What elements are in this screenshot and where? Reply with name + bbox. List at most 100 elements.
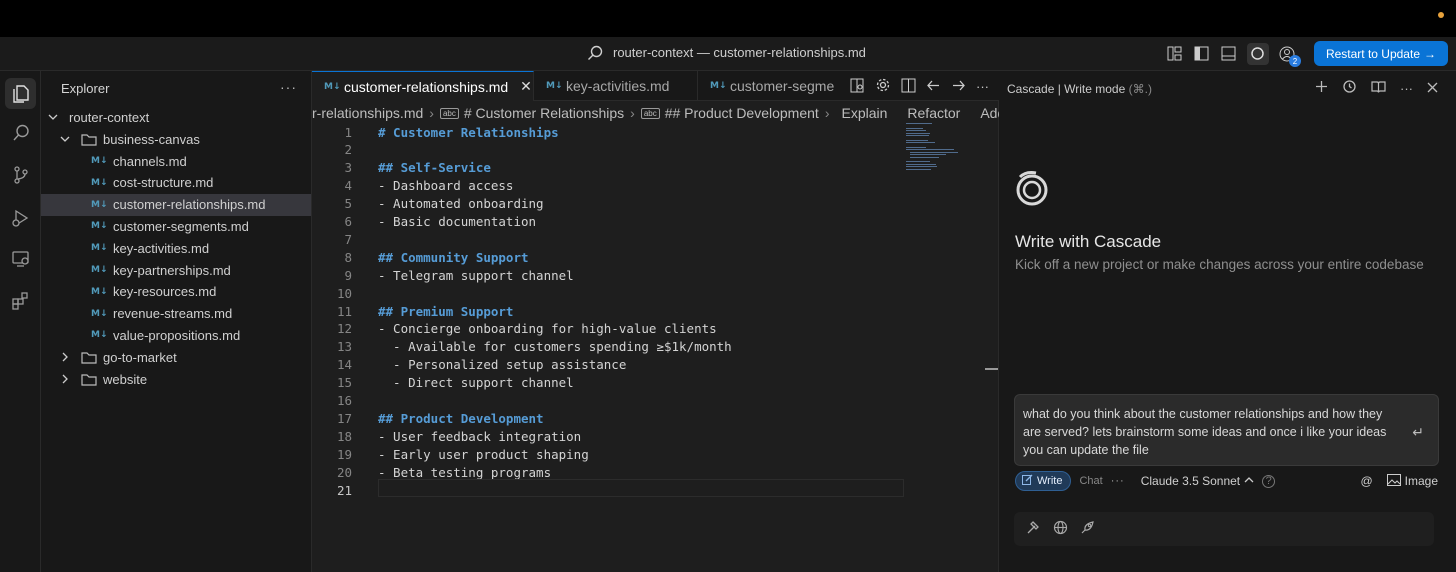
code-line: 6 - Basic documentation	[312, 213, 536, 231]
code-text: - Automated onboarding	[378, 196, 544, 212]
window-titlebar	[0, 0, 1456, 37]
code-line: 5 - Automated onboarding	[312, 195, 543, 213]
tree-folder-website[interactable]: website	[41, 368, 311, 390]
write-mode-label: Write	[1037, 475, 1063, 487]
current-line-highlight	[378, 479, 904, 497]
code-line: 16	[312, 392, 352, 410]
command-center[interactable]: router-context — customer-relationships.…	[586, 44, 866, 61]
code-line: 15 - Direct support channel	[312, 374, 574, 392]
toggle-panel-icon[interactable]	[1220, 45, 1237, 62]
more-actions-icon[interactable]: ···	[976, 79, 989, 94]
code-line: 10	[312, 284, 352, 302]
code-text: - Early user product shaping	[378, 446, 589, 462]
refactor-button[interactable]: Refactor	[907, 105, 960, 121]
breadcrumb: r-relationships.md › abc # Customer Rela…	[312, 102, 999, 124]
write-mode-button[interactable]: Write	[1015, 471, 1072, 491]
account-icon[interactable]: 2	[1279, 45, 1301, 67]
tree-root-folder[interactable]: router-context	[41, 106, 311, 128]
code-text: ## Premium Support	[378, 303, 514, 319]
breadcrumb-file[interactable]: r-relationships.md	[312, 105, 423, 121]
line-number: 15	[336, 375, 352, 391]
close-icon[interactable]	[1427, 81, 1438, 96]
gear-icon[interactable]	[875, 77, 891, 96]
markdown-icon: M↓	[91, 156, 108, 166]
file-item[interactable]: M↓ channels.md	[41, 150, 311, 172]
minimap-line	[906, 168, 932, 170]
remote-explorer-icon[interactable]	[9, 247, 33, 271]
code-text: - Telegram support channel	[378, 267, 574, 283]
file-item[interactable]: M↓ customer-relationships.md	[41, 193, 311, 216]
open-preview-icon[interactable]	[850, 78, 865, 96]
line-number: 13	[336, 339, 352, 355]
file-item[interactable]: M↓ customer-segments.md	[41, 215, 311, 237]
explain-button[interactable]: Explain	[841, 105, 887, 121]
hammer-icon[interactable]	[1026, 520, 1041, 538]
close-icon[interactable]: ✕	[520, 78, 532, 95]
extensions-icon[interactable]	[9, 289, 33, 313]
line-number: 18	[336, 428, 352, 444]
cascade-toggle-icon[interactable]	[1246, 42, 1269, 65]
restart-to-update-button[interactable]: Restart to Update →	[1313, 41, 1448, 66]
source-control-icon[interactable]	[9, 163, 33, 187]
tab-customer-relationships[interactable]: M↓ customer-relationships.md ✕	[312, 71, 534, 101]
file-item[interactable]: M↓ cost-structure.md	[41, 172, 311, 194]
enter-icon[interactable]: ↵	[1412, 423, 1424, 441]
code-text: # Customer Relationships	[378, 124, 559, 140]
tree-folder-business-canvas[interactable]: business-canvas	[41, 128, 311, 150]
line-number: 9	[344, 267, 352, 283]
line-number: 6	[344, 214, 352, 229]
file-item[interactable]: M↓ key-activities.md	[41, 237, 311, 259]
more-modes-icon[interactable]: ···	[1111, 475, 1125, 487]
tree-folder-go-to-market[interactable]: go-to-market	[41, 346, 311, 368]
more-actions-icon[interactable]: ···	[1400, 81, 1413, 96]
more-actions-icon[interactable]: ···	[280, 79, 297, 95]
chat-mode-button[interactable]: Chat	[1079, 475, 1102, 487]
layout-customize-icon[interactable]	[1166, 45, 1183, 62]
file-item[interactable]: M↓ value-propositions.md	[41, 324, 311, 346]
minimap-line	[910, 151, 958, 153]
model-selector[interactable]: Claude 3.5 Sonnet	[1141, 474, 1254, 488]
editor-area: M↓ customer-relationships.md ✕ M↓ key-ac…	[312, 71, 999, 572]
history-icon[interactable]	[1342, 79, 1357, 97]
run-debug-icon[interactable]	[9, 206, 33, 230]
breadcrumb-h1[interactable]: # Customer Relationships	[464, 105, 624, 121]
help-icon[interactable]: ?	[1262, 474, 1276, 488]
book-icon[interactable]	[1371, 79, 1386, 97]
tab-customer-segments[interactable]: M↓ customer-segme	[698, 71, 838, 101]
file-item[interactable]: M↓ key-resources.md	[41, 281, 311, 303]
minimap-line	[906, 166, 937, 168]
minimap-line	[906, 142, 935, 144]
tab-label: customer-relationships.md	[344, 78, 509, 95]
code-line: 13 - Available for customers spending ≥$…	[312, 338, 732, 356]
rocket-icon[interactable]	[1080, 520, 1095, 538]
chevron-right-icon	[59, 352, 71, 362]
mention-icon[interactable]: @	[1360, 474, 1372, 488]
globe-icon[interactable]	[1053, 520, 1068, 538]
line-number: 8	[344, 249, 352, 265]
minimap-line	[906, 161, 931, 163]
minimap[interactable]	[906, 123, 958, 183]
line-number: 16	[336, 393, 352, 408]
panel-actions: ···	[1315, 79, 1438, 97]
arrow-left-icon[interactable]	[926, 78, 941, 96]
image-button[interactable]: Image	[1386, 473, 1438, 489]
arrow-right-icon[interactable]	[951, 78, 966, 96]
cascade-toolbar	[1014, 512, 1434, 546]
plus-icon[interactable]	[1315, 80, 1328, 96]
symbol-string-icon: abc	[439, 107, 459, 119]
breadcrumb-separator: ›	[429, 105, 434, 121]
chat-input[interactable]: what do you think about the customer rel…	[1014, 394, 1439, 466]
split-editor-icon[interactable]	[901, 78, 916, 96]
line-number: 3	[344, 160, 352, 176]
minimap-line	[906, 163, 936, 165]
search-icon[interactable]	[9, 121, 33, 145]
tab-key-activities[interactable]: M↓ key-activities.md	[534, 71, 698, 101]
file-item[interactable]: M↓ key-partnerships.md	[41, 259, 311, 281]
breadcrumb-h2[interactable]: ## Product Development	[665, 105, 819, 121]
toggle-sidebar-icon[interactable]	[1193, 45, 1210, 62]
folder-label: go-to-market	[103, 349, 177, 365]
cascade-subheading: Kick off a new project or make changes a…	[1015, 257, 1424, 272]
add-doc-button[interactable]: Add Doc	[980, 105, 999, 121]
explorer-icon[interactable]	[5, 78, 36, 109]
file-item[interactable]: M↓ revenue-streams.md	[41, 303, 311, 325]
